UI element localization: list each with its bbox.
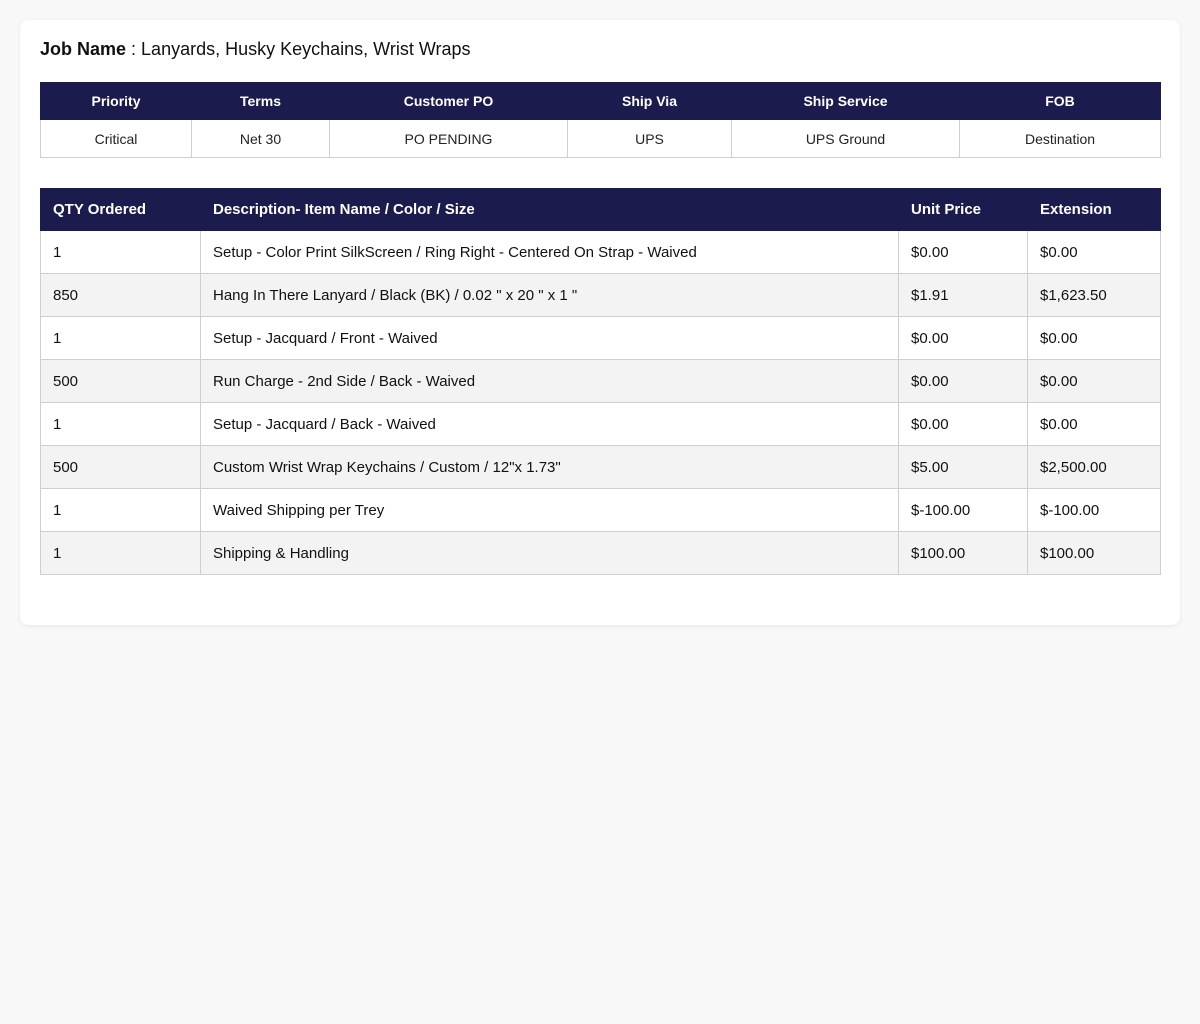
job-name-value: Lanyards, Husky Keychains, Wrist Wraps (141, 39, 471, 59)
ship-service-value: UPS Ground (731, 119, 960, 158)
qty-cell: 1 (40, 488, 201, 532)
table-row: 1 Shipping & Handling $100.00 $100.00 (40, 531, 1161, 575)
customer-po-value: PO PENDING (329, 119, 568, 158)
table-row: 1 Setup - Jacquard / Back - Waived $0.00… (40, 402, 1161, 446)
unit-price-cell: $5.00 (898, 445, 1028, 489)
extension-cell: $0.00 (1027, 402, 1161, 446)
description-cell: Run Charge - 2nd Side / Back - Waived (200, 359, 899, 403)
unit-price-cell: $0.00 (898, 359, 1028, 403)
table-row: 500 Custom Wrist Wrap Keychains / Custom… (40, 445, 1161, 489)
priority-header: Priority (40, 82, 192, 120)
description-header: Description- Item Name / Color / Size (200, 188, 899, 231)
order-card: Job Name : Lanyards, Husky Keychains, Wr… (20, 20, 1180, 625)
description-cell: Setup - Jacquard / Back - Waived (200, 402, 899, 446)
extension-cell: $0.00 (1027, 230, 1161, 274)
qty-cell: 1 (40, 402, 201, 446)
order-info-table: Priority Terms Customer PO Ship Via Ship… (40, 82, 1161, 158)
table-row: 1 Setup - Jacquard / Front - Waived $0.0… (40, 316, 1161, 360)
extension-cell: $0.00 (1027, 316, 1161, 360)
line-items-header-row: QTY Ordered Description- Item Name / Col… (40, 188, 1161, 231)
description-cell: Hang In There Lanyard / Black (BK) / 0.0… (200, 273, 899, 317)
customer-po-header: Customer PO (329, 82, 568, 120)
priority-value: Critical (40, 119, 192, 158)
extension-cell: $1,623.50 (1027, 273, 1161, 317)
unit-price-cell: $0.00 (898, 230, 1028, 274)
ship-via-value: UPS (567, 119, 732, 158)
table-row: 1 Waived Shipping per Trey $-100.00 $-10… (40, 488, 1161, 532)
unit-price-cell: $1.91 (898, 273, 1028, 317)
qty-cell: 1 (40, 230, 201, 274)
unit-price-cell: $0.00 (898, 316, 1028, 360)
table-row: 500 Run Charge - 2nd Side / Back - Waive… (40, 359, 1161, 403)
extension-cell: $0.00 (1027, 359, 1161, 403)
order-info-value-row: Critical Net 30 PO PENDING UPS UPS Groun… (40, 119, 1161, 158)
unit-price-header: Unit Price (898, 188, 1028, 231)
terms-value: Net 30 (191, 119, 330, 158)
description-cell: Shipping & Handling (200, 531, 899, 575)
unit-price-cell: $100.00 (898, 531, 1028, 575)
job-name-separator: : (126, 39, 142, 59)
line-items-table: QTY Ordered Description- Item Name / Col… (40, 188, 1161, 575)
unit-price-cell: $0.00 (898, 402, 1028, 446)
job-name-label: Job Name (40, 39, 127, 59)
terms-header: Terms (191, 82, 330, 120)
table-row: 850 Hang In There Lanyard / Black (BK) /… (40, 273, 1161, 317)
ship-service-header: Ship Service (731, 82, 960, 120)
description-cell: Custom Wrist Wrap Keychains / Custom / 1… (200, 445, 899, 489)
fob-value: Destination (959, 119, 1161, 158)
fob-header: FOB (959, 82, 1161, 120)
qty-ordered-header: QTY Ordered (40, 188, 201, 231)
description-cell: Waived Shipping per Trey (200, 488, 899, 532)
qty-cell: 1 (40, 316, 201, 360)
extension-cell: $100.00 (1027, 531, 1161, 575)
description-cell: Setup - Jacquard / Front - Waived (200, 316, 899, 360)
order-info-header-row: Priority Terms Customer PO Ship Via Ship… (40, 82, 1161, 120)
qty-cell: 850 (40, 273, 201, 317)
extension-cell: $-100.00 (1027, 488, 1161, 532)
extension-cell: $2,500.00 (1027, 445, 1161, 489)
unit-price-cell: $-100.00 (898, 488, 1028, 532)
qty-cell: 1 (40, 531, 201, 575)
ship-via-header: Ship Via (567, 82, 732, 120)
qty-cell: 500 (40, 445, 201, 489)
job-name-line: Job Name : Lanyards, Husky Keychains, Wr… (40, 38, 1160, 60)
description-cell: Setup - Color Print SilkScreen / Ring Ri… (200, 230, 899, 274)
table-row: 1 Setup - Color Print SilkScreen / Ring … (40, 230, 1161, 274)
extension-header: Extension (1027, 188, 1161, 231)
qty-cell: 500 (40, 359, 201, 403)
